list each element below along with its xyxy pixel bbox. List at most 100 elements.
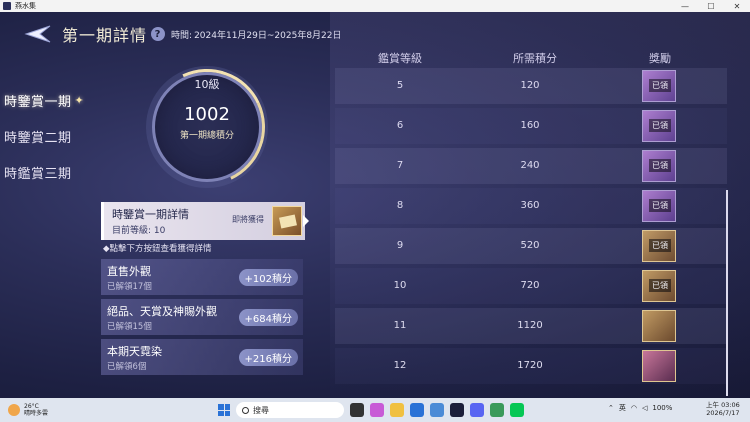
category-sub: 已解領17個 — [107, 282, 152, 292]
hint-text: ◆點擊下方按鈕查看獲得詳情 — [103, 244, 212, 254]
file-explorer-icon[interactable] — [390, 403, 404, 417]
table-row: 7 240 已領 — [335, 148, 727, 184]
claimed-badge: 已領 — [649, 159, 671, 172]
period-value: 2024年11月29日~2025年8月22日 — [194, 30, 342, 41]
reward-item-icon[interactable] — [642, 350, 676, 382]
row-points: 1720 — [517, 360, 543, 371]
row-level: 8 — [396, 200, 404, 211]
taskbar-search[interactable]: 搜尋 — [236, 402, 344, 418]
category-sub: 已解領6個 — [107, 362, 147, 372]
weather-temp: 26°C — [24, 403, 39, 410]
claimed-badge: 已領 — [649, 119, 671, 132]
table-row: 11 1120 — [335, 308, 727, 344]
row-points: 520 — [520, 240, 540, 251]
windows-start-icon[interactable] — [218, 404, 230, 416]
task-view-icon[interactable] — [350, 403, 364, 417]
game-app-icon[interactable] — [450, 403, 464, 417]
active-star-icon: ✦ — [74, 93, 85, 107]
window-title: 燕水集 — [15, 2, 36, 10]
row-level: 6 — [396, 120, 404, 131]
header-points: 所需積分 — [513, 52, 557, 65]
table-row: 10 720 已領 — [335, 268, 727, 304]
taskbar-clock[interactable]: 上午 03:06 2026/7/17 — [706, 401, 740, 417]
row-level: 11 — [393, 320, 407, 331]
window-titlebar: 燕水集 — ☐ ✕ — [0, 0, 750, 12]
minimize-button[interactable]: — — [672, 0, 698, 12]
ring-points: 1002 — [184, 104, 230, 125]
selected-arrow-icon — [303, 215, 309, 227]
row-points: 360 — [520, 200, 540, 211]
row-level: 5 — [396, 80, 404, 91]
help-icon[interactable]: ? — [148, 24, 168, 44]
table-row: 9 520 已領 — [335, 228, 727, 264]
period-detail-card[interactable]: 時鑒賞一期詳情 目前等級: 10 即將獲得 — [101, 202, 305, 240]
clock-time: 上午 03:06 — [706, 401, 740, 409]
store-icon[interactable] — [430, 403, 444, 417]
reward-item-icon[interactable]: 已領 — [642, 70, 676, 102]
row-points: 720 — [520, 280, 540, 291]
nav-item-period-2[interactable]: 時鑒賞二期 — [4, 118, 84, 154]
period-label: 時間: — [171, 30, 193, 41]
ring-caption: 第一期總積分 — [179, 131, 234, 141]
weather-widget[interactable]: 26°C 晴時多雲 — [8, 403, 48, 417]
window-controls: — ☐ ✕ — [672, 0, 750, 12]
table-row: 8 360 已領 — [335, 188, 727, 224]
app-icon-green[interactable] — [490, 403, 504, 417]
nav-item-period-1[interactable]: 時鑒賞一期 ✦ — [4, 82, 84, 118]
edge-icon[interactable] — [410, 403, 424, 417]
clock-date: 2026/7/17 — [706, 409, 740, 417]
category-name: 直售外觀 — [107, 265, 151, 278]
row-level: 12 — [393, 360, 407, 371]
row-points: 1120 — [517, 320, 543, 331]
battery-level[interactable]: 100% — [652, 404, 672, 412]
line-icon[interactable] — [510, 403, 524, 417]
row-level: 10 — [393, 280, 407, 291]
category-name: 本期天霓染 — [107, 345, 162, 358]
copilot-icon[interactable] — [370, 403, 384, 417]
reward-item-icon[interactable]: 已領 — [642, 270, 676, 302]
nav-item-period-3[interactable]: 時鑑賞三期 — [4, 154, 84, 190]
claimed-badge: 已領 — [649, 79, 671, 92]
app-icon — [3, 2, 11, 10]
search-icon — [242, 406, 249, 414]
weather-desc: 晴時多雲 — [24, 410, 49, 417]
ring-level: 10級 — [194, 78, 220, 91]
reward-item-icon[interactable]: 已領 — [642, 190, 676, 222]
category-points: +102積分 — [238, 269, 298, 286]
taskbar-apps — [350, 403, 530, 417]
claimed-badge: 已領 — [649, 239, 671, 252]
reward-thumbnail-icon — [272, 206, 302, 236]
category-points: +216積分 — [238, 349, 298, 366]
row-points: 160 — [520, 120, 540, 131]
category-premium[interactable]: 絕品、天賞及神賜外觀 已解領15個 +684積分 — [101, 299, 303, 335]
level-ring-progress — [132, 52, 282, 202]
back-icon[interactable] — [24, 23, 52, 45]
category-dye[interactable]: 本期天霓染 已解領6個 +216積分 — [101, 339, 303, 375]
volume-icon[interactable]: ◁ — [642, 404, 647, 412]
category-name: 絕品、天賞及神賜外觀 — [107, 305, 217, 318]
table-row: 6 160 已領 — [335, 108, 727, 144]
tray-lang[interactable]: 英 — [619, 403, 626, 413]
category-direct-sale[interactable]: 直售外觀 已解領17個 +102積分 — [101, 259, 303, 295]
reward-item-icon[interactable]: 已領 — [642, 110, 676, 142]
reward-item-icon[interactable] — [642, 310, 676, 342]
tray-chevron-icon[interactable]: ⌃ — [608, 404, 614, 412]
header-level: 鑑賞等級 — [378, 52, 422, 65]
row-level: 9 — [396, 240, 404, 251]
system-tray: ⌃ 英 ◠ ◁ 100% — [608, 403, 677, 413]
table-row: 12 1720 — [335, 348, 727, 384]
reward-item-icon[interactable]: 已領 — [642, 230, 676, 262]
header-reward: 獎勵 — [649, 52, 671, 65]
search-text: 搜尋 — [253, 405, 269, 415]
discord-icon[interactable] — [470, 403, 484, 417]
close-button[interactable]: ✕ — [724, 0, 750, 12]
reward-table-header: 鑑賞等級 所需積分 獎勵 — [330, 48, 740, 66]
category-points: +684積分 — [238, 309, 298, 326]
claimed-badge: 已領 — [649, 279, 671, 292]
scrollbar[interactable] — [726, 190, 728, 396]
wifi-icon[interactable]: ◠ — [631, 404, 637, 412]
reward-item-icon[interactable]: 已領 — [642, 150, 676, 182]
detail-title: 時鑒賞一期詳情 — [112, 208, 189, 221]
page-header: 第一期詳情 ? 時間: 2024年11月29日~2025年8月22日 — [24, 22, 342, 46]
maximize-button[interactable]: ☐ — [698, 0, 724, 12]
